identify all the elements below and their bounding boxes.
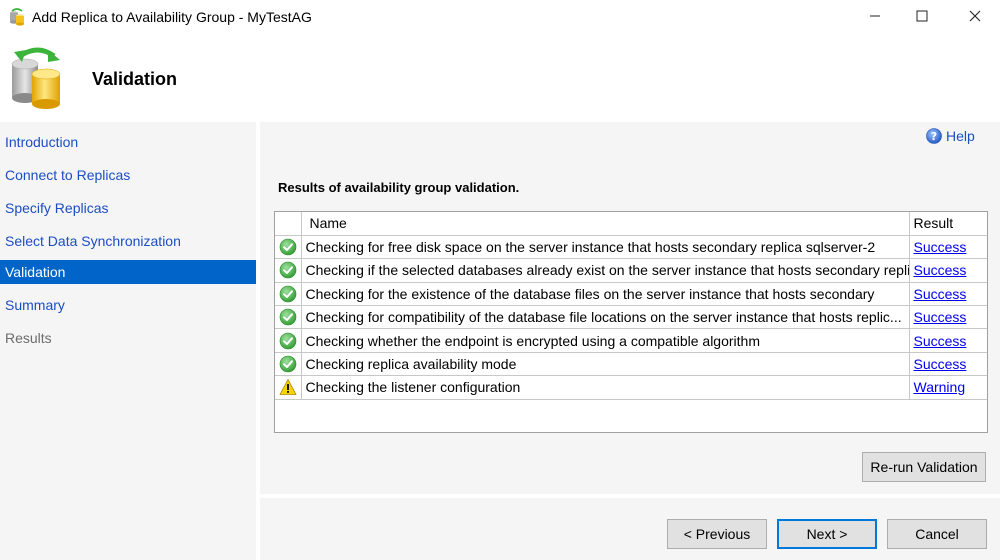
help-label: Help bbox=[946, 128, 975, 144]
result-cell: Success bbox=[908, 328, 987, 353]
nav-item-summary[interactable]: Summary bbox=[0, 293, 256, 317]
previous-button[interactable]: < Previous bbox=[667, 519, 767, 549]
minimize-icon bbox=[870, 15, 880, 17]
table-row[interactable]: Checking for free disk space on the serv… bbox=[275, 234, 987, 260]
nav-item-connect-to-replicas[interactable]: Connect to Replicas bbox=[0, 163, 256, 187]
column-header-name[interactable]: Name bbox=[300, 212, 910, 236]
success-icon bbox=[279, 238, 297, 256]
column-header-result[interactable]: Result bbox=[908, 212, 987, 236]
check-name: Checking the listener configuration bbox=[300, 375, 910, 400]
success-icon bbox=[279, 308, 297, 326]
help-link[interactable]: ? Help bbox=[926, 128, 975, 144]
validation-results-grid: Name Result Checking for free disk space… bbox=[274, 211, 988, 433]
success-icon bbox=[279, 262, 297, 279]
result-cell: Success bbox=[908, 281, 987, 307]
status-cell bbox=[275, 305, 302, 330]
warning-icon bbox=[279, 379, 297, 396]
table-row[interactable]: Checking whether the endpoint is encrypt… bbox=[275, 328, 987, 353]
success-icon bbox=[279, 332, 297, 349]
result-link[interactable]: Warning bbox=[914, 379, 966, 395]
nav-item-validation[interactable]: Validation bbox=[0, 260, 256, 284]
table-row[interactable]: Checking for compatibility of the databa… bbox=[275, 305, 987, 330]
rerun-validation-button[interactable]: Re-run Validation bbox=[862, 452, 986, 482]
check-name: Checking for free disk space on the serv… bbox=[300, 234, 910, 260]
close-icon bbox=[969, 10, 981, 22]
check-name: Checking whether the endpoint is encrypt… bbox=[300, 328, 910, 353]
result-link[interactable]: Success bbox=[914, 262, 967, 278]
result-link[interactable]: Success bbox=[914, 239, 967, 255]
nav-item-select-data-synchronization[interactable]: Select Data Synchronization bbox=[0, 229, 256, 253]
result-link[interactable]: Success bbox=[914, 309, 967, 325]
table-row[interactable]: Checking the listener configuration Warni… bbox=[275, 375, 987, 400]
title-bar: Add Replica to Availability Group - MyTe… bbox=[0, 0, 1000, 34]
wizard-nav: Introduction Connect to Replicas Specify… bbox=[0, 122, 256, 560]
check-name: Checking for compatibility of the databa… bbox=[300, 305, 910, 330]
check-name: Checking for the existence of the databa… bbox=[300, 281, 910, 307]
app-icon bbox=[8, 8, 26, 26]
maximize-icon bbox=[916, 10, 928, 22]
database-replica-icon bbox=[10, 46, 70, 110]
result-cell: Success bbox=[908, 351, 987, 377]
window-title: Add Replica to Availability Group - MyTe… bbox=[32, 9, 312, 25]
minimize-button[interactable] bbox=[852, 0, 898, 32]
cancel-button[interactable]: Cancel bbox=[887, 519, 987, 549]
status-cell bbox=[275, 328, 302, 353]
result-cell: Warning bbox=[908, 375, 987, 400]
table-row[interactable]: Checking if the selected databases alrea… bbox=[275, 258, 987, 283]
next-button[interactable]: Next > bbox=[777, 519, 877, 549]
result-cell: Success bbox=[908, 234, 987, 260]
table-row[interactable]: Checking replica availability mode Succes… bbox=[275, 351, 987, 377]
success-icon bbox=[279, 285, 297, 303]
result-cell: Success bbox=[908, 305, 987, 330]
status-cell bbox=[275, 375, 302, 400]
status-cell bbox=[275, 234, 302, 260]
check-name: Checking if the selected databases alrea… bbox=[300, 258, 910, 283]
success-icon bbox=[279, 355, 297, 373]
svg-text:?: ? bbox=[931, 130, 937, 143]
page-title: Validation bbox=[92, 69, 178, 89]
result-link[interactable]: Success bbox=[914, 333, 967, 349]
section-title: Results of availability group validation… bbox=[278, 180, 520, 195]
help-icon: ? bbox=[926, 128, 942, 144]
status-cell bbox=[275, 258, 302, 283]
maximize-button[interactable] bbox=[899, 0, 945, 32]
nav-item-specify-replicas[interactable]: Specify Replicas bbox=[0, 196, 256, 220]
table-header-row: Name Result bbox=[275, 212, 987, 236]
check-name: Checking replica availability mode bbox=[300, 351, 910, 377]
result-link[interactable]: Success bbox=[914, 356, 967, 372]
result-link[interactable]: Success bbox=[914, 286, 967, 302]
nav-item-results: Results bbox=[5, 330, 52, 346]
column-header-status[interactable] bbox=[275, 212, 302, 236]
close-button[interactable] bbox=[952, 0, 998, 32]
status-cell bbox=[275, 351, 302, 377]
wizard-header: Validation bbox=[0, 34, 1000, 120]
table-row[interactable]: Checking for the existence of the databa… bbox=[275, 281, 987, 307]
result-cell: Success bbox=[908, 258, 987, 283]
status-cell bbox=[275, 281, 302, 307]
nav-item-introduction[interactable]: Introduction bbox=[0, 130, 256, 154]
